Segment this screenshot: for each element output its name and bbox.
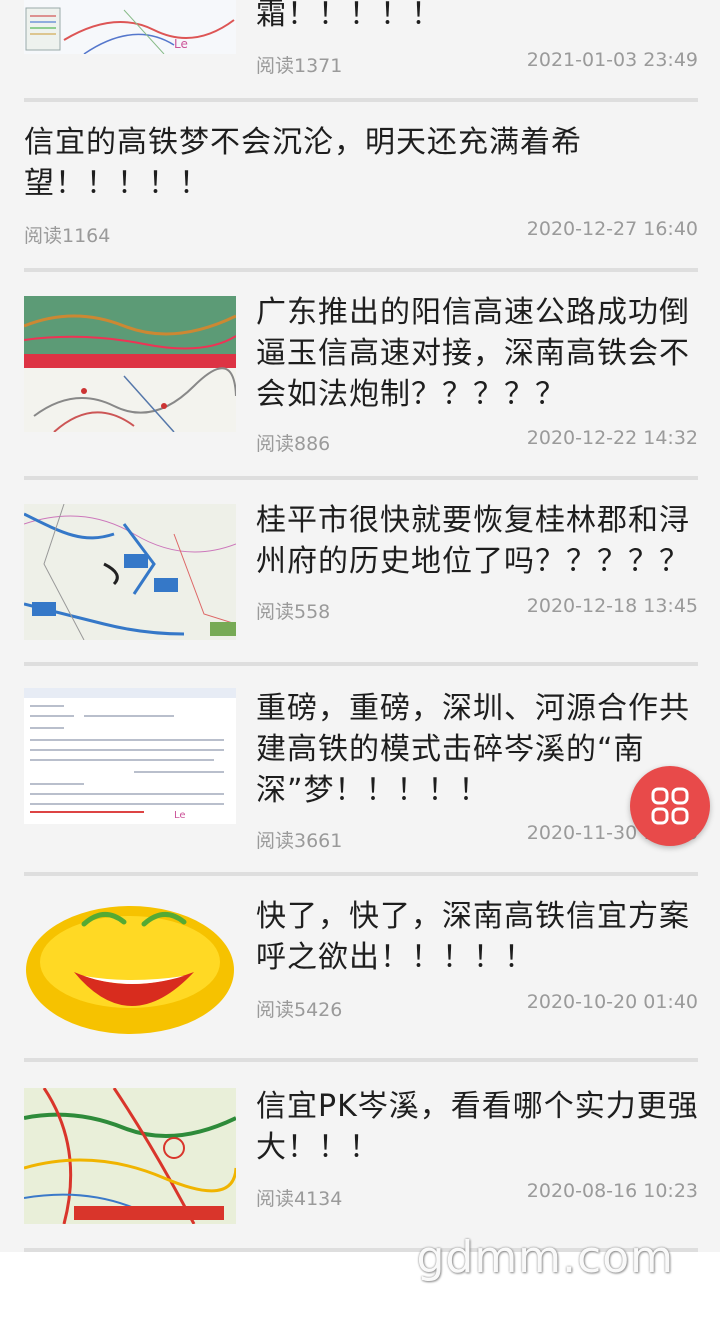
read-count: 阅读5426 bbox=[256, 999, 343, 1021]
grid-menu-icon bbox=[651, 787, 689, 825]
publish-date: 2020-12-27 16:40 bbox=[526, 218, 698, 240]
read-count: 阅读558 bbox=[256, 601, 331, 623]
laughing-face-icon bbox=[24, 900, 236, 1036]
region-map-icon bbox=[24, 504, 236, 640]
read-count: 阅读3661 bbox=[256, 830, 343, 852]
watermark: gdmm.com bbox=[416, 1232, 674, 1283]
road-map-icon bbox=[24, 1088, 236, 1224]
publish-date: 2020-12-22 14:32 bbox=[526, 427, 698, 449]
publish-date: 2020-10-20 01:40 bbox=[526, 991, 698, 1013]
read-count: 阅读1164 bbox=[24, 225, 111, 247]
read-count: 阅读1371 bbox=[256, 55, 343, 77]
article-title[interactable]: 广东推出的阳信高速公路成功倒逼玉信高速对接，深南高铁会不会如法炮制？？？？？ bbox=[256, 292, 702, 415]
list-item[interactable]: Le 重磅，重磅，深圳、河源合作共建高铁的模式击碎岑溪的“南深”梦！！！！！ 阅… bbox=[24, 666, 698, 872]
read-count: 阅读4134 bbox=[256, 1188, 343, 1210]
list-item[interactable]: 广东推出的阳信高速公路成功倒逼玉信高速对接，深南高铁会不会如法炮制？？？？？ 阅… bbox=[24, 272, 698, 476]
article-title[interactable]: 霜！！！！！ bbox=[256, 0, 696, 35]
article-title[interactable]: 信宜PK岑溪，看看哪个实力更强大！！！ bbox=[256, 1086, 702, 1168]
document-icon: Le bbox=[24, 688, 236, 824]
svg-text:Le: Le bbox=[174, 37, 188, 51]
list-item[interactable]: 桂平市很快就要恢复桂林郡和浔州府的历史地位了吗？？？？？ 阅读558 2020-… bbox=[24, 480, 698, 662]
list-item[interactable]: 信宜PK岑溪，看看哪个实力更强大！！！ 阅读4134 2020-08-16 10… bbox=[24, 1062, 698, 1248]
map-icon: Le bbox=[24, 0, 236, 54]
grid-menu-button[interactable] bbox=[630, 766, 710, 846]
list-item[interactable]: 信宜的高铁梦不会沉沦，明天还充满着希望！！！！！ 阅读1164 2020-12-… bbox=[24, 102, 698, 268]
publish-date: 2020-12-18 13:45 bbox=[526, 595, 698, 617]
highway-map-icon bbox=[24, 296, 236, 432]
publish-date: 2020-08-16 10:23 bbox=[526, 1180, 698, 1202]
article-title[interactable]: 信宜的高铁梦不会沉沦，明天还充满着希望！！！！！ bbox=[24, 122, 624, 204]
svg-text:Le: Le bbox=[174, 810, 186, 821]
article-title[interactable]: 桂平市很快就要恢复桂林郡和浔州府的历史地位了吗？？？？？ bbox=[256, 500, 702, 582]
article-title[interactable]: 快了，快了，深南高铁信宜方案呼之欲出！！！！！ bbox=[256, 896, 702, 978]
publish-date: 2021-01-03 23:49 bbox=[526, 49, 698, 71]
read-count: 阅读886 bbox=[256, 433, 331, 455]
article-feed: Le 霜！！！！！ 阅读1371 2021-01-03 23:49 信宜的高铁梦… bbox=[0, 0, 720, 1252]
list-item[interactable]: 快了，快了，深南高铁信宜方案呼之欲出！！！！！ 阅读5426 2020-10-2… bbox=[24, 876, 698, 1058]
list-item[interactable]: Le 霜！！！！！ 阅读1371 2021-01-03 23:49 bbox=[24, 0, 698, 100]
